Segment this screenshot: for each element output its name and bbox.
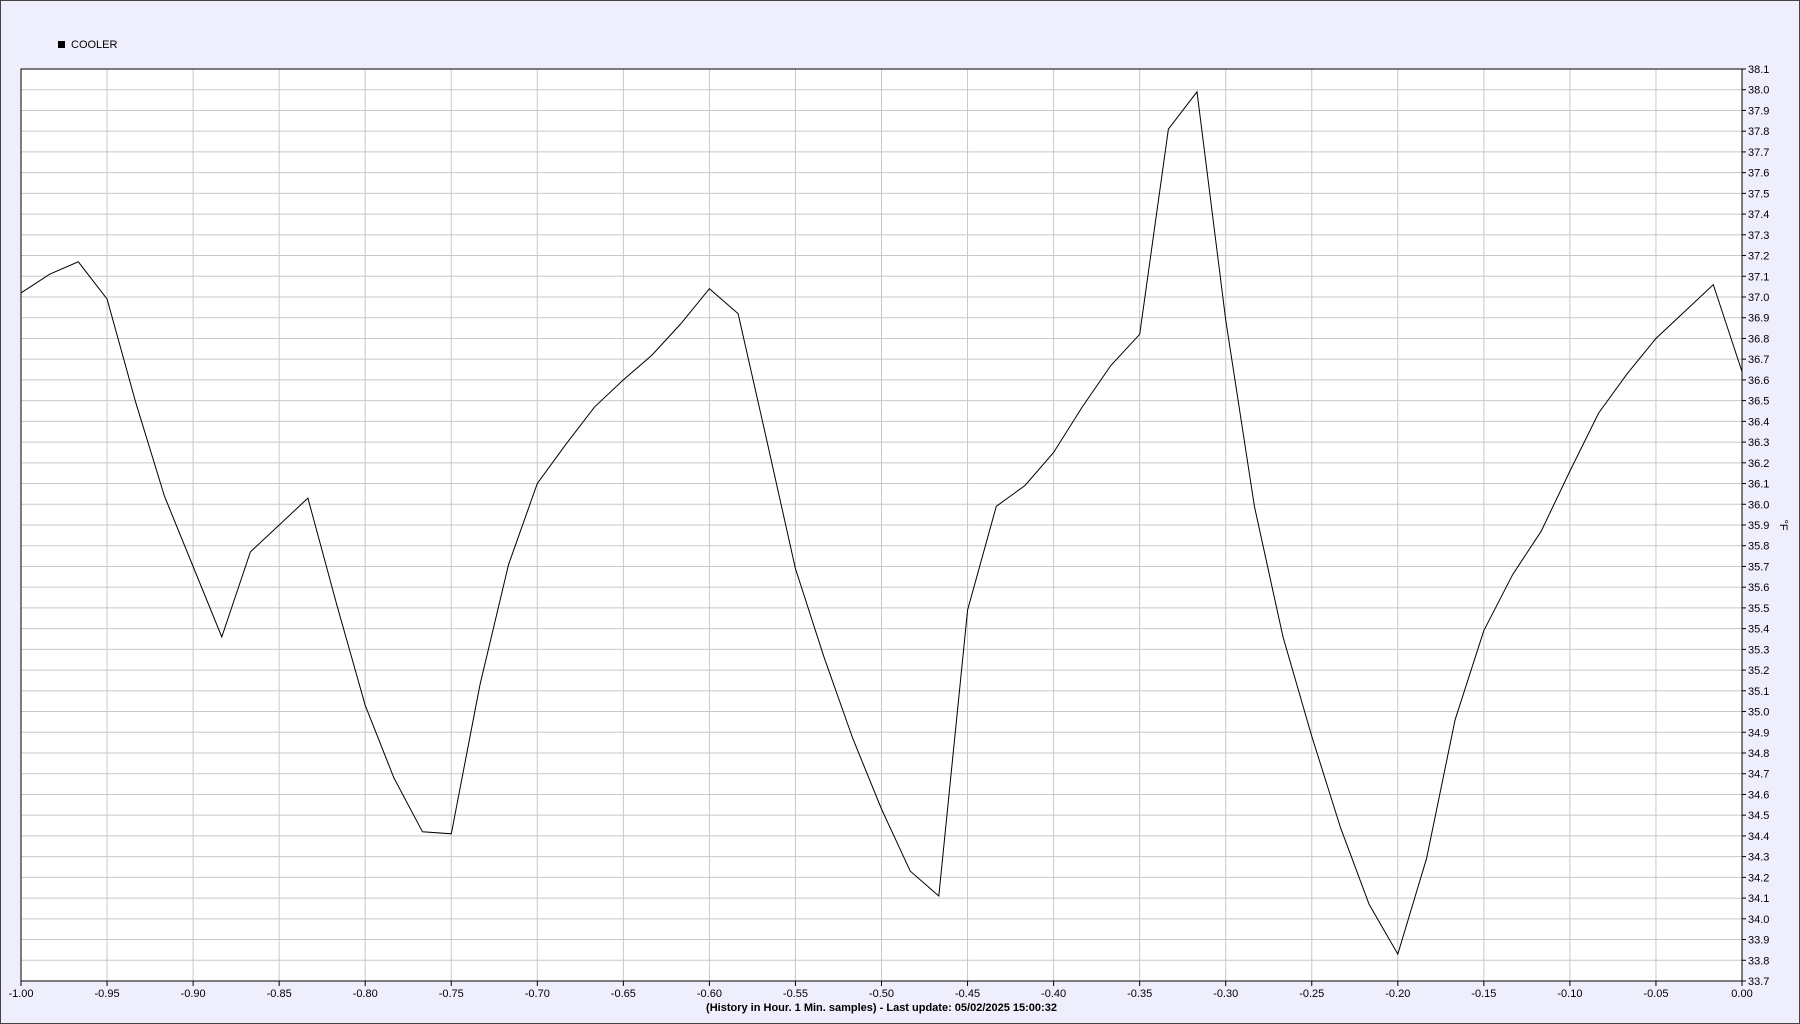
legend[interactable]: COOLER — [58, 39, 118, 51]
y-tick-label: 36.8 — [1748, 333, 1769, 345]
x-tick-label: -0.90 — [181, 988, 206, 1000]
y-tick-label: 38.1 — [1748, 64, 1769, 76]
x-axis-ticks: -1.00 -0.95 -0.90 -0.85 -0.80 -0.75 -0.70 -0.65… — [8, 981, 1753, 1000]
x-tick-label: -0.05 — [1643, 988, 1668, 1000]
y-tick-label: 36.3 — [1748, 437, 1769, 449]
y-tick-label: 37.8 — [1748, 126, 1769, 138]
y-tick-label: 36.9 — [1748, 313, 1769, 325]
y-tick-label: 34.4 — [1748, 831, 1769, 843]
y-tick-label: 34.8 — [1748, 748, 1769, 760]
x-tick-label: -0.70 — [525, 988, 550, 1000]
y-tick-label: 35.9 — [1748, 520, 1769, 532]
y-tick-label: 34.9 — [1748, 727, 1769, 739]
x-tick-label: -1.00 — [8, 988, 33, 1000]
y-tick-label: 34.6 — [1748, 789, 1769, 801]
x-tick-label: -0.15 — [1471, 988, 1496, 1000]
y-tick-label: 37.5 — [1748, 188, 1769, 200]
line-chart: -1.00 -0.95 -0.90 -0.85 -0.80 -0.75 -0.70 -0.65… — [8, 39, 1789, 1014]
x-tick-label: -0.20 — [1385, 988, 1410, 1000]
y-tick-label: 37.0 — [1748, 292, 1769, 304]
y-tick-label: 35.3 — [1748, 644, 1769, 656]
y-tick-label: 38.0 — [1748, 85, 1769, 97]
y-tick-label: 37.4 — [1748, 209, 1769, 221]
y-tick-label: 36.6 — [1748, 375, 1769, 387]
y-tick-label: 35.4 — [1748, 624, 1769, 636]
y-tick-label: 34.5 — [1748, 810, 1769, 822]
x-tick-label: -0.85 — [267, 988, 292, 1000]
x-tick-label: -0.55 — [783, 988, 808, 1000]
y-tick-label: 37.9 — [1748, 105, 1769, 117]
x-tick-label: -0.65 — [611, 988, 636, 1000]
y-axis-unit-label: °F — [1777, 519, 1789, 530]
y-tick-label: 37.7 — [1748, 147, 1769, 159]
y-tick-label: 37.1 — [1748, 271, 1769, 283]
x-tick-label: -0.35 — [1127, 988, 1152, 1000]
x-tick-label: -0.45 — [955, 988, 980, 1000]
y-tick-label: 36.7 — [1748, 354, 1769, 366]
x-tick-label: -0.80 — [353, 988, 378, 1000]
legend-swatch-icon — [58, 41, 65, 48]
x-tick-label: -0.10 — [1557, 988, 1582, 1000]
y-tick-label: 36.0 — [1748, 499, 1769, 511]
y-tick-label: 36.2 — [1748, 458, 1769, 470]
y-tick-label: 33.7 — [1748, 976, 1769, 988]
y-tick-label: 35.5 — [1748, 603, 1769, 615]
y-tick-label: 36.4 — [1748, 416, 1769, 428]
x-tick-label: -0.25 — [1299, 988, 1324, 1000]
y-tick-label: 34.0 — [1748, 914, 1769, 926]
x-tick-label: 0.00 — [1731, 988, 1752, 1000]
y-tick-label: 35.6 — [1748, 582, 1769, 594]
y-tick-label: 36.1 — [1748, 479, 1769, 491]
y-tick-label: 35.8 — [1748, 541, 1769, 553]
y-tick-label: 35.2 — [1748, 665, 1769, 677]
x-tick-label: -0.60 — [697, 988, 722, 1000]
y-tick-label: 35.1 — [1748, 686, 1769, 698]
x-tick-label: -0.40 — [1041, 988, 1066, 1000]
y-tick-label: 34.1 — [1748, 893, 1769, 905]
y-axis-ticks: 33.7 33.8 33.9 34.0 34.1 34.2 34.3 34.4 34.5 34.6… — [1742, 64, 1769, 988]
y-tick-label: 34.3 — [1748, 852, 1769, 864]
y-tick-label: 35.7 — [1748, 561, 1769, 573]
y-tick-label: 34.2 — [1748, 872, 1769, 884]
legend-label: COOLER — [71, 39, 118, 51]
y-tick-label: 36.5 — [1748, 396, 1769, 408]
x-tick-label: -0.50 — [869, 988, 894, 1000]
chart-frame: -1.00 -0.95 -0.90 -0.85 -0.80 -0.75 -0.70 -0.65… — [0, 0, 1800, 1024]
x-tick-label: -0.30 — [1213, 988, 1238, 1000]
y-tick-label: 37.2 — [1748, 251, 1769, 263]
y-tick-label: 34.7 — [1748, 769, 1769, 781]
y-tick-label: 37.3 — [1748, 230, 1769, 242]
x-tick-label: -0.95 — [95, 988, 120, 1000]
x-axis-caption: (History in Hour. 1 Min. samples) - Last… — [706, 1002, 1057, 1014]
y-tick-label: 37.6 — [1748, 168, 1769, 180]
y-tick-label: 33.8 — [1748, 955, 1769, 967]
y-tick-label: 33.9 — [1748, 935, 1769, 947]
y-tick-label: 35.0 — [1748, 707, 1769, 719]
x-tick-label: -0.75 — [439, 988, 464, 1000]
